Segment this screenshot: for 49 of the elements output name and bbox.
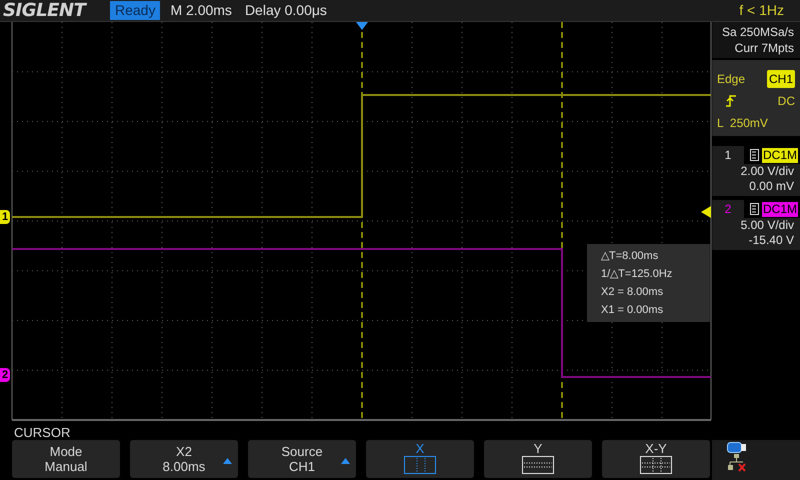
cursor-lines-icon [640,456,672,474]
softkey-label: Mode [50,444,82,459]
channel-coupling: DC1M [762,202,798,216]
delay-label: Delay 0.00μs [244,1,327,20]
softkey[interactable]: Y [484,440,592,478]
rising-edge-icon [726,95,736,107]
channel-marker: 1 [0,210,10,224]
trigger-type: Edge [717,71,746,88]
cursor-reading: X2 = 8.00ms [601,285,664,299]
channel-number: 1 [712,146,744,164]
network-disconnected-icon [727,454,747,472]
softkey-value: 8.00ms [162,459,206,474]
softkey[interactable]: Mode Manual [12,440,120,478]
cursor-lines-icon [404,456,436,474]
bandwidth-limit-icon [750,203,759,215]
softkey-label: Y [534,441,542,456]
run-status: Ready [110,1,160,20]
softkey-label: X2 [176,444,192,459]
trigger-coupling: DC [778,93,795,110]
softkey-value: Manual [44,459,88,474]
channel-coupling: DC1M [762,148,798,162]
menu-title: CURSOR [14,425,70,440]
cursor-reading: 1/△T=125.0Hz [601,267,674,281]
brand-logo: SIGLENT [2,0,88,22]
trigger-level: L 250mV [717,115,769,132]
cursor-lines-icon [522,456,554,474]
sample-rate: Sa 250MSa/s [722,24,794,40]
timebase-label: M 2.00ms [170,1,232,20]
softkey[interactable]: X-Y [602,440,710,478]
softkey-label: X-Y [645,441,667,456]
vertical-offset: 0.00 mV [749,179,794,194]
vertical-scale: 2.00 V/div [740,164,794,179]
vertical-scale: 5.00 V/div [740,218,794,233]
softkey-label: X [416,441,424,456]
softkey[interactable]: X2 8.00ms [130,440,238,478]
softkey-value: CH1 [288,459,315,474]
vertical-offset: -15.40 V [748,233,794,248]
softkey[interactable]: Source CH1 [248,440,356,478]
softkey[interactable]: X [366,440,474,478]
frequency-label: f < 1Hz [739,1,784,20]
bandwidth-limit-icon [750,149,759,161]
channel-marker: 2 [0,368,10,382]
memory-depth: Curr 7Mpts [734,40,794,56]
usb-drive-icon [727,442,747,453]
softkey-label: Source [281,444,323,459]
cursor-reading: X1 = 0.00ms [601,303,664,317]
cursor-reading: △T=8.00ms [601,249,660,263]
channel-number: 2 [712,200,744,218]
trigger-source: CH1 [766,70,795,88]
